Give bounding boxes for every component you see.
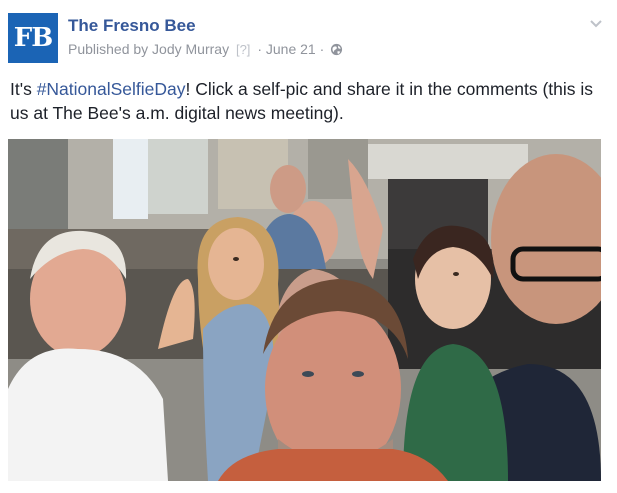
meta-separator: · bbox=[257, 41, 262, 57]
facebook-post: FB The Fresno Bee Published by Jody Murr… bbox=[0, 0, 617, 493]
page-name-link[interactable]: The Fresno Bee bbox=[68, 16, 196, 36]
chevron-down-icon[interactable] bbox=[588, 18, 604, 30]
published-by-link[interactable]: Published by Jody Murray bbox=[68, 41, 229, 57]
hashtag-link[interactable]: #NationalSelfieDay bbox=[37, 79, 186, 99]
post-date-link[interactable]: June 21 bbox=[266, 41, 316, 57]
post-message: It's #NationalSelfieDay! Click a self-pi… bbox=[10, 77, 610, 125]
meta-separator-2: · bbox=[319, 41, 325, 57]
page-avatar[interactable]: FB bbox=[8, 13, 58, 63]
post-photo[interactable] bbox=[8, 139, 601, 481]
post-meta: Published by Jody Murray [?] · June 21 · bbox=[68, 41, 343, 57]
selfie-photo-illustration bbox=[8, 139, 601, 481]
post-text-before: It's bbox=[10, 79, 37, 99]
help-icon[interactable]: [?] bbox=[236, 42, 250, 57]
globe-icon[interactable] bbox=[330, 43, 343, 56]
post-header: FB The Fresno Bee Published by Jody Murr… bbox=[8, 8, 608, 64]
